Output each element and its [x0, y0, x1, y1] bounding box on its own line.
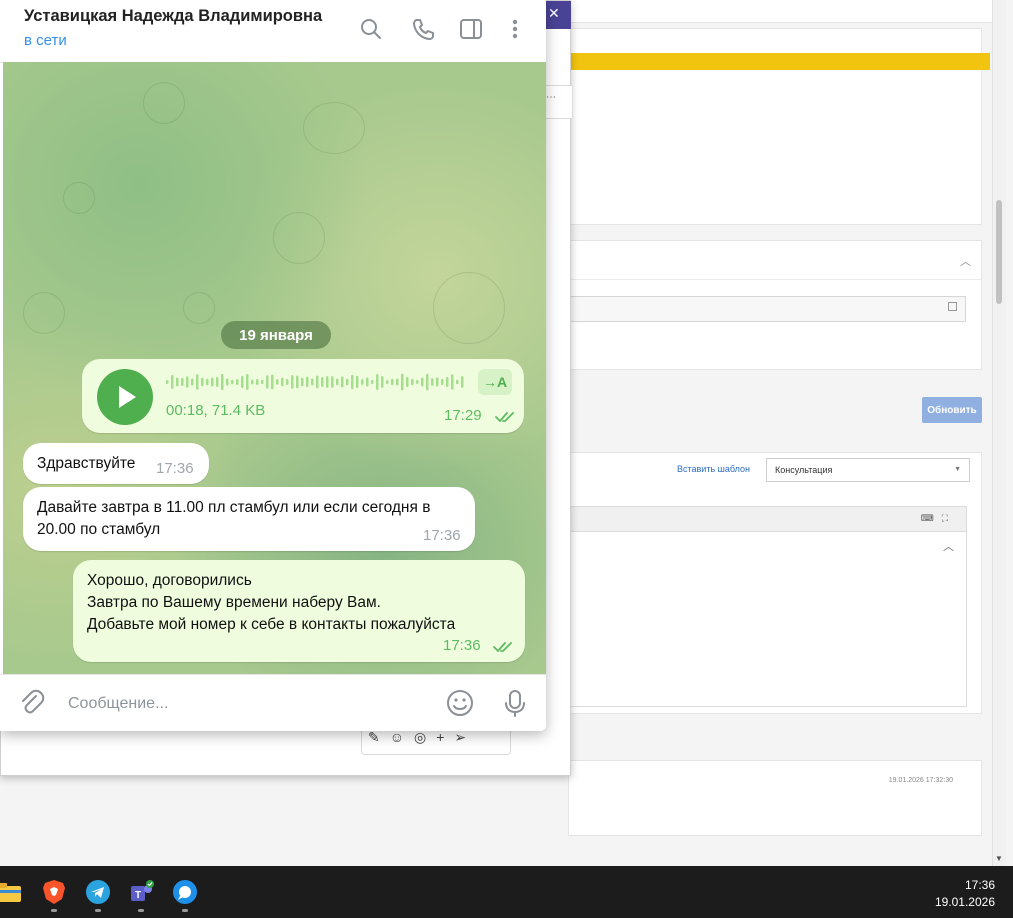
wallpaper-doodle [183, 292, 215, 324]
more-icon[interactable]: ⋯ [546, 92, 556, 103]
template-select-value: Консультация [775, 465, 833, 475]
telegram-icon[interactable] [85, 879, 111, 905]
background-panel-filter: ︿ [568, 240, 982, 370]
phone-icon[interactable] [410, 16, 436, 42]
scrollbar-thumb[interactable] [996, 200, 1002, 304]
background-top-bar [568, 0, 992, 23]
message-time: 17:36 [156, 460, 194, 477]
more-options-icon[interactable] [502, 16, 528, 42]
read-double-check-icon [495, 412, 514, 422]
microphone-icon[interactable] [499, 687, 531, 719]
system-clock[interactable]: 17:36 19.01.2026 [935, 877, 995, 911]
wallpaper-doodle [433, 272, 505, 344]
skype-icon[interactable] [172, 879, 198, 905]
play-voice-button[interactable] [97, 369, 153, 425]
date-field[interactable] [569, 296, 966, 322]
incoming-message-bubble[interactable]: Здравствуйте 17:36 [23, 443, 209, 484]
editor-text-area[interactable]: ︿ [569, 531, 967, 707]
scroll-down-arrow-icon[interactable]: ▼ [995, 854, 1003, 863]
clock-time: 17:36 [964, 878, 995, 892]
voice-duration-size: 00:18, 71.4 KB [166, 402, 266, 419]
read-double-check-icon [493, 642, 512, 652]
calendar-icon[interactable] [948, 302, 957, 311]
chat-header[interactable]: Уставицкая Надежда Владимировна в сети [0, 0, 546, 63]
page-scrollbar[interactable]: ▼ [992, 0, 1006, 866]
message-composer [0, 674, 546, 731]
message-time: 17:29 [444, 407, 482, 424]
voice-waveform[interactable] [166, 371, 466, 393]
transcribe-button[interactable]: →A [478, 369, 512, 395]
editor-toolbar: ⌨⛶ [569, 506, 967, 532]
background-record-panel: 19.01.2026 17:32:30 [568, 760, 982, 836]
chevron-down-icon: ▼ [954, 466, 961, 473]
date-separator: 19 января [221, 321, 331, 349]
chat-messages-area[interactable]: 19 января 00:18, 71.4 KB →A 17:29 Здравс… [3, 62, 546, 674]
editor-toolbar-icons[interactable]: ⌨⛶ [921, 513, 956, 524]
template-select[interactable]: Консультация ▼ [766, 458, 970, 482]
message-text: Давайте завтра в 11.00 пл стамбул или ес… [37, 499, 431, 538]
message-time: 17:36 [443, 637, 481, 654]
contact-status: в сети [24, 32, 67, 49]
telegram-chat-window: Уставицкая Надежда Владимировна в сети 1… [0, 0, 546, 731]
taskbar-running-indicator [51, 909, 57, 912]
wallpaper-doodle [273, 212, 325, 264]
message-tool-icons[interactable]: ✎☺◎+➢ [368, 729, 476, 746]
svg-text:T: T [135, 890, 141, 901]
message-text: Хорошо, договорились Завтра по Вашему вр… [87, 572, 456, 633]
message-time: 17:36 [423, 527, 461, 544]
windows-taskbar: T 17:36 19.01.2026 [0, 866, 1013, 918]
taskbar-running-indicator [182, 909, 188, 912]
sidebar-toggle-icon[interactable] [458, 16, 484, 42]
clock-date: 19.01.2026 [934, 895, 995, 909]
wallpaper-doodle [143, 82, 185, 124]
taskbar-running-indicator [95, 909, 101, 912]
search-icon[interactable] [358, 16, 384, 42]
wallpaper-doodle [63, 182, 95, 214]
background-yellow-bar [568, 53, 990, 70]
chevron-up-icon[interactable]: ︿ [960, 253, 971, 269]
panel-header[interactable]: ︿ [569, 241, 981, 280]
close-icon[interactable]: ✕ [548, 5, 560, 22]
record-timestamp: 19.01.2026 17:32:30 [888, 777, 953, 784]
contact-name[interactable]: Уставицкая Надежда Владимировна [24, 7, 322, 26]
message-text: Здравствуйте [37, 455, 136, 472]
emoji-icon[interactable] [444, 687, 476, 719]
chevron-up-icon[interactable]: ︿ [943, 538, 954, 554]
taskbar-running-indicator [138, 909, 144, 912]
wallpaper-doodle [23, 292, 65, 334]
outgoing-message-bubble[interactable]: Хорошо, договорились Завтра по Вашему вр… [73, 560, 525, 662]
insert-template-link[interactable]: Вставить шаблон [677, 464, 750, 474]
attach-paperclip-icon[interactable] [16, 687, 48, 719]
brave-browser-icon[interactable] [41, 879, 67, 905]
background-panel-editor: Вставить шаблон Консультация ▼ ⌨⛶ ︿ [568, 452, 982, 714]
file-explorer-icon[interactable] [0, 879, 22, 905]
voice-message-bubble[interactable]: 00:18, 71.4 KB →A 17:29 [82, 359, 524, 433]
incoming-message-bubble[interactable]: Давайте завтра в 11.00 пл стамбул или ес… [23, 487, 475, 551]
wallpaper-doodle [303, 102, 365, 154]
teams-icon[interactable]: T [128, 879, 154, 905]
message-input[interactable] [66, 691, 430, 717]
refresh-button[interactable]: Обновить [922, 397, 982, 423]
